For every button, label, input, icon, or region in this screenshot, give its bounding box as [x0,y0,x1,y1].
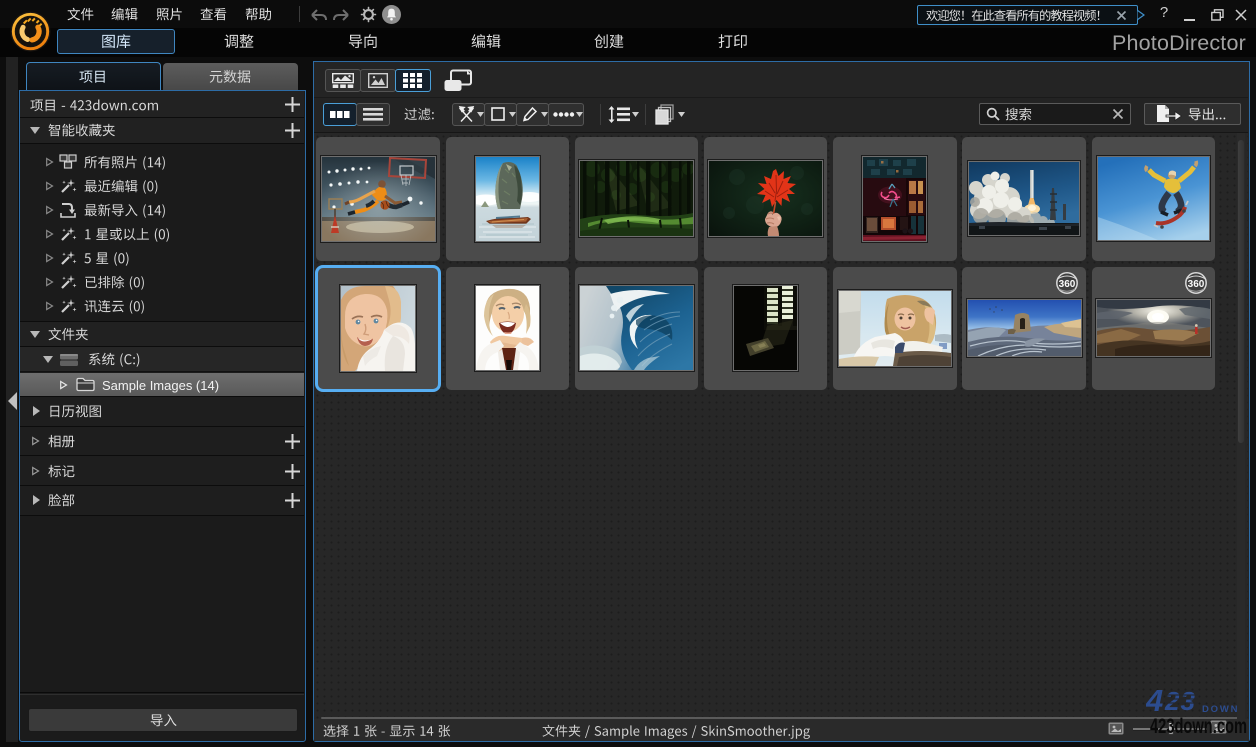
svg-text:360: 360 [1188,278,1205,289]
svg-text:DOWN: DOWN [1202,704,1239,713]
svg-text:360: 360 [1058,278,1075,289]
svg-text:4: 4 [1146,686,1163,713]
svg-text:423down.com: 423down.com [1150,715,1247,738]
